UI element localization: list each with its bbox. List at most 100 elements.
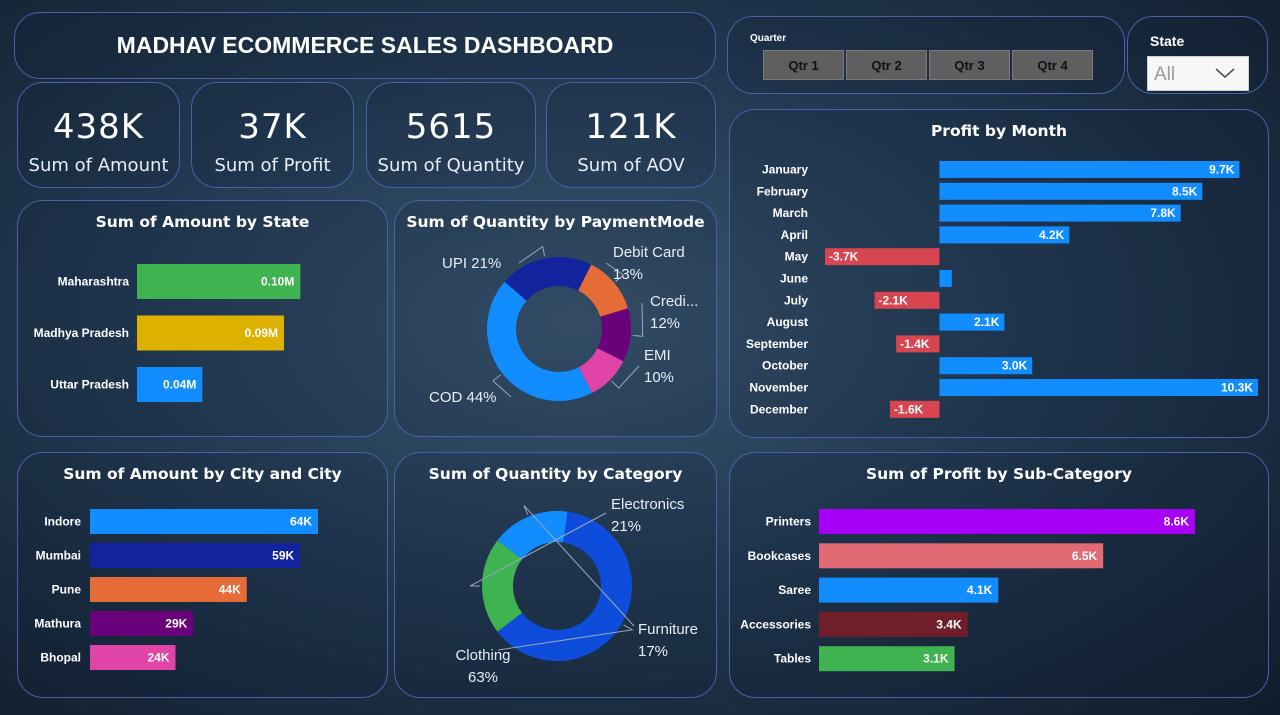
quarter-button-3[interactable]: Qtr 3: [929, 50, 1010, 80]
state-dropdown-value: All: [1154, 64, 1176, 85]
slice-label: Electronics: [611, 496, 684, 513]
profit-by-subcategory-chart: Printers 8.6K Bookcases 6.5K Saree 4.1K Access…: [740, 509, 1195, 672]
profit-by-month-panel: Profit by Month January 9.7K February 8.5K M…: [729, 109, 1269, 438]
chevron-down-icon: [1215, 68, 1235, 79]
bar-category-label: Indore: [44, 515, 81, 529]
kpi-value-quantity: 5615: [405, 107, 497, 147]
bar-november: [939, 379, 1258, 396]
bar-value-label: 2.1K: [974, 315, 1000, 329]
quantity-by-category-panel: Sum of Quantity by Category Clothing 63% E…: [394, 452, 717, 698]
bar-value-label: 3.0K: [1002, 359, 1028, 373]
bar-value-label: 0.10M: [261, 275, 294, 289]
leader-line: [632, 302, 644, 337]
profit-by-subcategory-panel: Sum of Profit by Sub-Category Printers 8.…: [729, 452, 1269, 698]
quantity-by-paymentmode-chart: COD 44% UPI 21% Debit Card 13% Credi... 12% EM…: [429, 244, 698, 406]
slice-percent-label: 21%: [611, 518, 641, 535]
bar-value-label: -1.4K: [900, 337, 930, 351]
bar-category-label: Mumbai: [36, 549, 81, 563]
bar-indore: [90, 509, 318, 534]
month-label: April: [781, 228, 808, 242]
month-label: August: [767, 315, 808, 329]
slice-percent-label: 17%: [638, 643, 668, 660]
slice-label: Clothing: [455, 647, 510, 664]
slice-label: Furniture: [638, 621, 698, 638]
slice-label: Credi...: [650, 293, 698, 310]
slice-percent-label: 63%: [468, 669, 498, 686]
bar-value-label: 3.4K: [936, 617, 962, 631]
month-label: December: [750, 402, 808, 416]
kpi-label-quantity: Sum of Quantity: [377, 155, 525, 176]
kpi-card-aov: 121K Sum of AOV: [546, 82, 716, 188]
bar-category-label: Saree: [778, 583, 811, 597]
bar-value-label: -2.1K: [878, 293, 908, 307]
quarter-slicer-label: Quarter: [750, 33, 787, 44]
kpi-card-profit: 37K Sum of Profit: [191, 82, 354, 188]
bar-value-label: 0.09M: [245, 326, 278, 340]
kpi-label-amount: Sum of Amount: [28, 155, 169, 176]
slice-percent-label: 10%: [644, 369, 674, 386]
bar-category-label: Bookcases: [748, 549, 812, 563]
bar-category-label: Madhya Pradesh: [34, 326, 129, 340]
bar-category-label: Accessories: [740, 617, 811, 631]
bar-march: [939, 204, 1181, 222]
quarter-button-2[interactable]: Qtr 2: [846, 50, 927, 80]
slice-percent-label: 13%: [613, 266, 643, 283]
bar-value-label: -1.6K: [894, 402, 924, 416]
kpi-card-quantity: 5615 Sum of Quantity: [366, 82, 536, 188]
quantity-by-paymentmode-panel: Sum of Quantity by PaymentMode COD 44% UP…: [394, 200, 717, 437]
kpi-card-amount: 438K Sum of Amount: [17, 82, 180, 188]
slice-label: Debit Card: [613, 244, 685, 261]
bar-category-label: Maharashtra: [58, 275, 130, 289]
kpi-value-aov: 121K: [585, 107, 677, 147]
month-label: June: [780, 272, 808, 286]
quarter-button-4[interactable]: Qtr 4: [1012, 50, 1093, 80]
bar-category-label: Tables: [774, 652, 811, 666]
bar-value-label: 10.3K: [1221, 381, 1253, 395]
amount-by-state-chart: Maharashtra 0.10M Madhya Pradesh 0.09M Uttar…: [34, 264, 301, 402]
month-label: July: [784, 293, 808, 307]
title-panel: MADHAV ECOMMERCE SALES DASHBOARD: [14, 12, 716, 79]
profit-by-month-chart: January 9.7K February 8.5K March 7.8K April 4.2…: [746, 161, 1258, 418]
bar-mumbai: [90, 543, 301, 568]
bar-value-label: 4.1K: [967, 583, 993, 597]
quarter-button-1[interactable]: Qtr 1: [763, 50, 844, 80]
bar-value-label: 0.04M: [163, 378, 196, 392]
bar-february: [939, 182, 1203, 200]
month-label: September: [746, 337, 808, 351]
slice-label: UPI 21%: [442, 255, 501, 272]
bar-value-label: 8.5K: [1172, 184, 1198, 198]
dashboard-title: MADHAV ECOMMERCE SALES DASHBOARD: [116, 32, 614, 58]
month-label: March: [773, 206, 808, 220]
bar-june: [939, 270, 952, 287]
quantity-by-category-chart: Clothing 63% Electronics 21% Furniture 17%: [455, 496, 698, 686]
month-label: January: [762, 163, 808, 177]
slice-label: COD 44%: [429, 389, 497, 406]
slice-label: EMI: [644, 347, 671, 364]
kpi-label-aov: Sum of AOV: [577, 155, 685, 176]
bar-january: [939, 161, 1240, 178]
kpi-value-amount: 438K: [52, 107, 145, 147]
month-label: February: [757, 184, 809, 198]
month-label: October: [762, 359, 808, 373]
bar-value-label: 3.1K: [923, 652, 949, 666]
bar-value-label: 64K: [290, 515, 312, 529]
state-slicer-label: State: [1150, 33, 1185, 49]
state-slicer: State All: [1127, 16, 1268, 94]
slice-percent-label: 12%: [650, 315, 680, 332]
bar-value-label: 9.7K: [1209, 163, 1235, 177]
bar-value-label: 7.8K: [1150, 206, 1176, 220]
month-label: May: [785, 250, 809, 264]
bar-category-label: Printers: [766, 515, 812, 529]
bar-value-label: 6.5K: [1072, 549, 1098, 563]
bar-value-label: 59K: [272, 549, 294, 563]
amount-by-city-chart: Indore 64K Mumbai 59K Pune 44K Mathura 29K Bhopa…: [34, 509, 318, 670]
bar-printers: [819, 509, 1195, 534]
bar-value-label: -3.7K: [829, 250, 859, 264]
quarter-slicer: Quarter Qtr 1 Qtr 2 Qtr 3 Qtr 4: [727, 16, 1125, 94]
kpi-value-profit: 37K: [238, 107, 307, 147]
bar-category-label: Uttar Pradesh: [50, 378, 129, 392]
bar-value-label: 8.6K: [1164, 515, 1190, 529]
state-dropdown[interactable]: All: [1147, 56, 1249, 91]
month-label: November: [749, 381, 808, 395]
amount-by-city-panel: Sum of Amount by City and City Indore 64K…: [17, 452, 388, 698]
